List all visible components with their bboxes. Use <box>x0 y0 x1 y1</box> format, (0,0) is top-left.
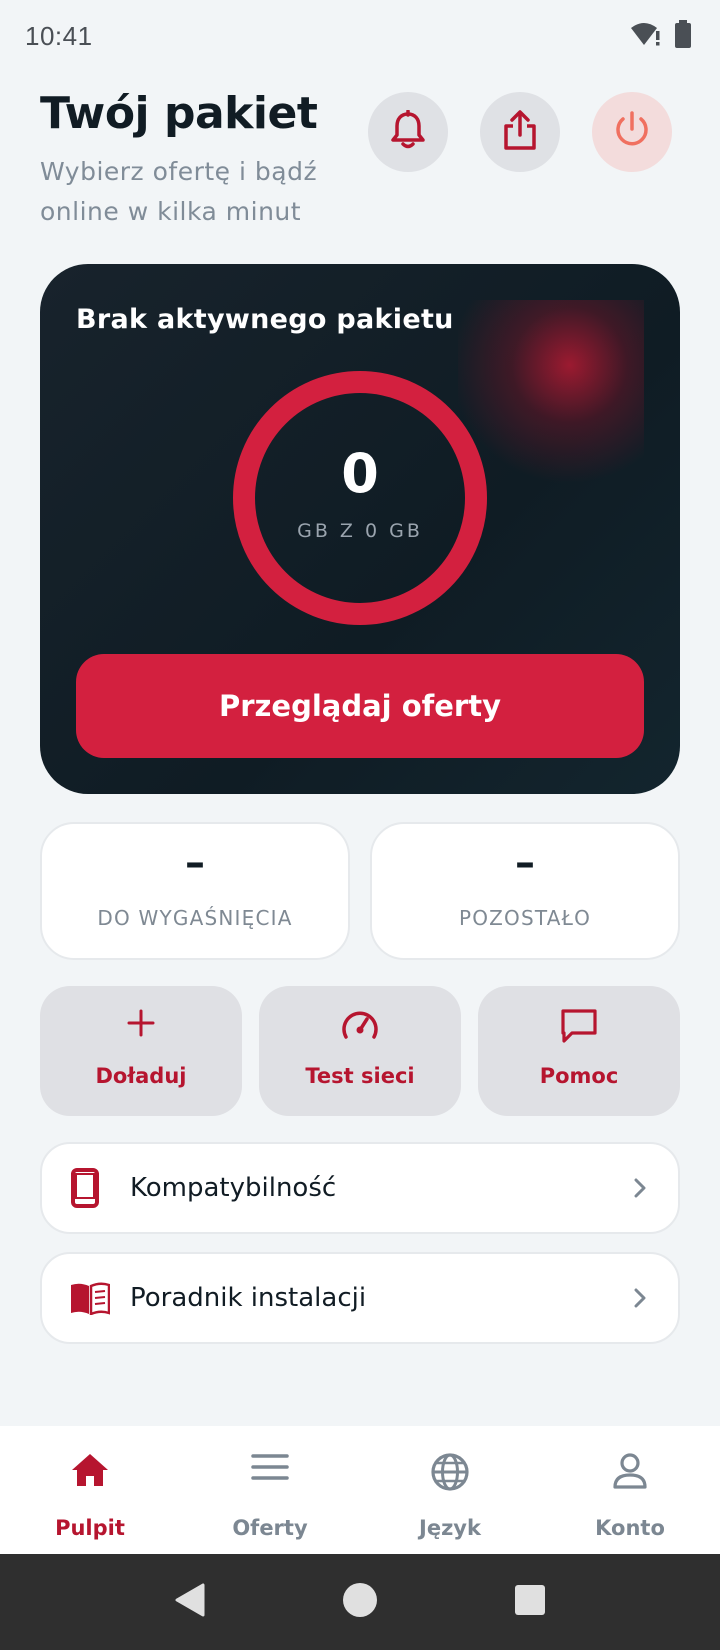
status-bar: 10:41 <box>0 0 720 72</box>
bell-icon <box>390 109 426 154</box>
nav-label-language: Język <box>419 1516 481 1540</box>
bottom-nav: Pulpit Oferty Język Konto <box>0 1426 720 1554</box>
nav-item-dashboard[interactable]: Pulpit <box>0 1426 180 1554</box>
chevron-right-icon <box>632 1144 648 1232</box>
nav-label-dashboard: Pulpit <box>55 1516 125 1540</box>
header-actions <box>368 92 672 172</box>
home-circle-icon <box>342 1582 378 1622</box>
menu-icon <box>180 1452 360 1482</box>
expiry-value: – <box>185 840 205 886</box>
nav-label-offers: Oferty <box>232 1516 308 1540</box>
system-recents-button[interactable] <box>445 1584 615 1620</box>
globe-icon <box>360 1452 540 1492</box>
remaining-label: POZOSTAŁO <box>458 906 592 930</box>
book-icon <box>70 1254 110 1342</box>
expiry-stat-card: – DO WYGAŚNIĘCIA <box>40 822 350 960</box>
remaining-value: – <box>515 840 535 886</box>
share-button[interactable] <box>480 92 560 172</box>
compatibility-label: Kompatybilność <box>130 1173 337 1203</box>
nav-item-offers[interactable]: Oferty <box>180 1426 360 1554</box>
package-card: Brak aktywnego pakietu 0 GB Z 0 GB Przeg… <box>40 264 680 794</box>
help-button[interactable]: Pomoc <box>478 986 680 1116</box>
battery-icon <box>674 20 692 52</box>
status-time: 10:41 <box>25 20 93 51</box>
topup-label: Doładuj <box>95 1064 187 1088</box>
chevron-right-icon <box>632 1254 648 1342</box>
user-icon <box>540 1452 720 1490</box>
usage-unit: GB Z 0 GB <box>297 520 423 542</box>
phone-icon <box>70 1144 100 1232</box>
install-guide-label: Poradnik instalacji <box>130 1283 367 1313</box>
system-back-button[interactable] <box>105 1582 275 1622</box>
back-triangle-icon <box>173 1582 207 1622</box>
page-subtitle: Wybierz ofertę i bądź online w kilka min… <box>40 157 318 226</box>
expiry-label: DO WYGAŚNIĘCIA <box>97 906 293 930</box>
logout-button[interactable] <box>592 92 672 172</box>
nav-item-language[interactable]: Język <box>360 1426 540 1554</box>
power-icon <box>612 110 652 154</box>
help-label: Pomoc <box>539 1064 619 1088</box>
topup-button[interactable]: Doładuj <box>40 986 242 1116</box>
nav-item-account[interactable]: Konto <box>540 1426 720 1554</box>
speed-test-label: Test sieci <box>305 1064 415 1088</box>
browse-offers-button[interactable]: Przeglądaj oferty <box>76 654 644 758</box>
nav-label-account: Konto <box>595 1516 665 1540</box>
wifi-alert-icon <box>630 21 662 51</box>
remaining-stat-card: – POZOSTAŁO <box>370 822 680 960</box>
speed-test-button[interactable]: Test sieci <box>259 986 461 1116</box>
chat-bubble-icon <box>478 1008 680 1044</box>
status-icons <box>630 20 692 52</box>
system-nav-bar <box>0 1554 720 1650</box>
usage-value: 0 <box>341 442 379 505</box>
home-icon <box>0 1452 180 1488</box>
recents-square-icon <box>514 1584 546 1620</box>
system-home-button[interactable] <box>275 1582 445 1622</box>
share-icon <box>502 109 538 155</box>
notifications-button[interactable] <box>368 92 448 172</box>
install-guide-row[interactable]: Poradnik instalacji <box>40 1252 680 1344</box>
package-status-title: Brak aktywnego pakietu <box>76 304 454 335</box>
speedometer-icon <box>259 1008 461 1042</box>
compatibility-row[interactable]: Kompatybilność <box>40 1142 680 1234</box>
plus-icon <box>40 1008 242 1038</box>
page-title: Twój pakiet <box>40 88 318 139</box>
